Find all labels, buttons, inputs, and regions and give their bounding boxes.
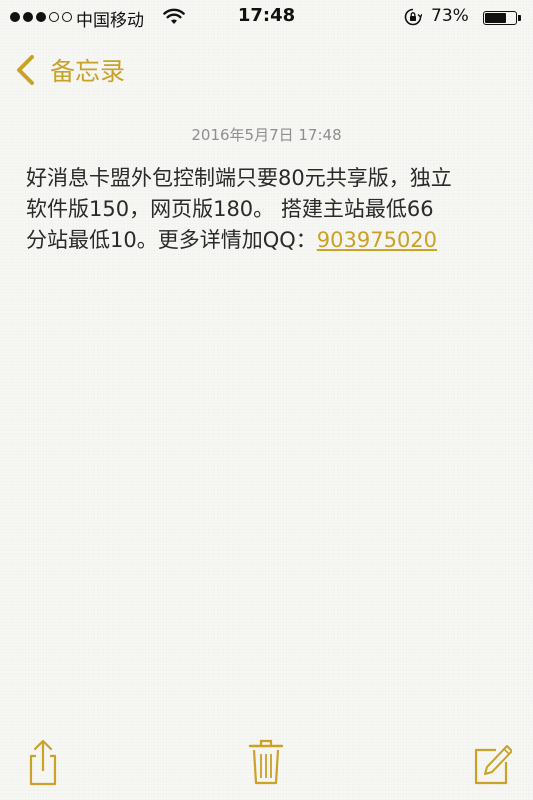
phone-number-link[interactable]: 903975020: [317, 228, 437, 252]
note-text-line: 好消息卡盟外包控制端只要80元共享版，独立: [26, 166, 452, 190]
share-icon: [29, 739, 57, 786]
chevron-left-icon: [17, 55, 34, 85]
note-body[interactable]: 好消息卡盟外包控制端只要80元共享版，独立 软件版150，网页版180。 搭建主…: [26, 163, 516, 256]
note-text-line: 软件版150，网页版180。 搭建主站最低66: [26, 197, 434, 221]
note-date: 2016年5月7日 17:48: [191, 126, 342, 144]
compose-button[interactable]: [472, 738, 513, 786]
battery-icon: [483, 11, 517, 25]
back-button-label: 备忘录: [50, 57, 126, 86]
note-text-segment: 分站最低10。更多详情加QQ：: [26, 228, 317, 252]
share-button[interactable]: [23, 738, 63, 786]
rotation-lock-icon: [404, 8, 422, 26]
compose-icon: [474, 745, 513, 785]
trash-icon: [248, 739, 284, 785]
delete-button[interactable]: [246, 738, 286, 786]
battery-level-fill: [485, 13, 506, 23]
status-bar: 中国移动 17:48 73%: [0, 0, 533, 36]
battery-percentage: 73%: [431, 6, 469, 26]
note-text-line: 分站最低10。更多详情加QQ：903975020: [26, 225, 516, 256]
back-button[interactable]: 备忘录: [12, 50, 125, 90]
battery-tip: [518, 15, 521, 21]
